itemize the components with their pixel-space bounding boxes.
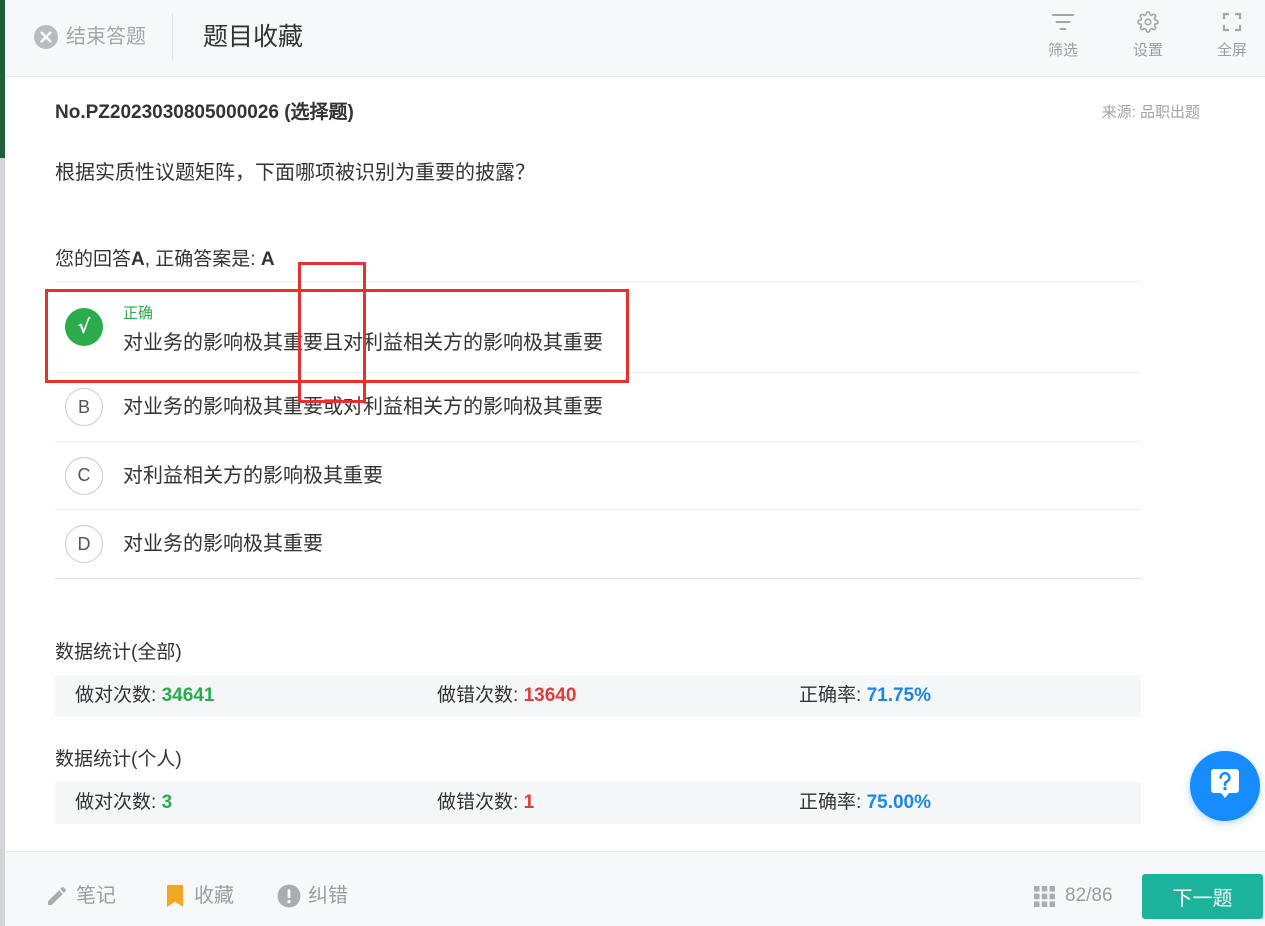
quiz-modal: 结束答题 题目收藏 筛选 设置 全屏 No.PZ2023030805000026… [5, 0, 1265, 926]
notes-label: 笔记 [76, 885, 116, 907]
question-progress[interactable]: 82/86 [1065, 883, 1113, 909]
settings-label: 设置 [1132, 42, 1163, 59]
stat-correct-count: 做对次数: 34641 [55, 675, 417, 717]
stat-correct-count: 做对次数: 3 [55, 782, 417, 824]
exclamation-circle-icon [277, 884, 301, 908]
stat-accuracy: 正确率: 75.00% [779, 782, 1141, 824]
favorite-label: 收藏 [194, 885, 234, 907]
answer-summary: 您的回答A, 正确答案是: A [55, 247, 275, 273]
stat-accuracy: 正确率: 71.75% [779, 675, 1141, 717]
option-a: √ 正确 对业务的影响极其重要且对利益相关方的影响极其重要 [55, 282, 1141, 373]
header-divider [172, 13, 173, 60]
stat-wrong-count: 做错次数: 1 [417, 782, 779, 824]
correct-answer: A [260, 249, 275, 270]
stat-wrong-count: 做错次数: 13640 [417, 675, 779, 717]
fullscreen-button[interactable]: 全屏 [1202, 8, 1262, 66]
answer-prefix: 您的回答 [55, 249, 132, 270]
question-stem: 根据实质性议题矩阵，下面哪项被识别为重要的披露？ [55, 162, 535, 184]
favorite-button[interactable]: 收藏 [163, 882, 234, 910]
option-b: B 对业务的影响极其重要或对利益相关方的影响极其重要 [55, 373, 1141, 442]
correct-check-icon: √ [65, 308, 103, 346]
option-text: 对业务的影响极其重要 [123, 533, 323, 555]
option-d: D 对业务的影响极其重要 [55, 510, 1141, 579]
stat-value: 13640 [523, 685, 577, 706]
page-title: 题目收藏 [203, 23, 304, 51]
option-letter: B [65, 388, 103, 426]
stats-band-personal: 做对次数: 3 做错次数: 1 正确率: 75.00% [55, 782, 1141, 824]
next-question-button[interactable]: 下一题 [1142, 874, 1263, 919]
stat-value: 3 [161, 792, 173, 813]
help-button[interactable] [1190, 751, 1260, 821]
bookmark-icon [163, 884, 187, 908]
stat-label: 做对次数: [75, 792, 162, 813]
filter-label: 筛选 [1047, 42, 1078, 59]
option-text: 对业务的影响极其重要且对利益相关方的影响极其重要 [123, 332, 603, 354]
option-letter: D [65, 525, 103, 563]
gear-icon [1136, 10, 1160, 34]
footer: 笔记 收藏 纠错 82/86 下一题 [5, 851, 1265, 926]
option-status-label: 正确 [123, 305, 154, 322]
question-source: 来源: 品职出题 [1101, 104, 1200, 121]
option-letter: C [65, 456, 103, 495]
fullscreen-label: 全屏 [1216, 42, 1247, 59]
stat-value: 1 [523, 792, 535, 813]
option-c: C 对利益相关方的影响极其重要 [55, 442, 1141, 510]
close-circle-icon [33, 24, 59, 50]
stats-title-personal: 数据统计(个人) [55, 749, 182, 770]
option-text: 对业务的影响极其重要或对利益相关方的影响极其重要 [123, 396, 603, 418]
stat-label: 做错次数: [437, 685, 524, 706]
option-text: 对利益相关方的影响极其重要 [123, 464, 383, 487]
exit-quiz-label: 结束答题 [66, 26, 146, 48]
report-error-button[interactable]: 纠错 [277, 882, 348, 910]
stats-band-all: 做对次数: 34641 做错次数: 13640 正确率: 71.75% [55, 675, 1141, 717]
settings-button[interactable]: 设置 [1118, 8, 1178, 66]
report-error-label: 纠错 [308, 885, 348, 907]
fullscreen-icon [1220, 10, 1244, 34]
stat-value: 71.75% [866, 685, 932, 706]
stat-label: 做对次数: [75, 685, 162, 706]
exit-quiz-button[interactable]: 结束答题 [33, 23, 146, 51]
page: 结束答题 题目收藏 筛选 设置 全屏 No.PZ2023030805000026… [0, 0, 1265, 926]
help-icon [1210, 767, 1240, 805]
user-answer: A [131, 249, 145, 270]
header: 结束答题 题目收藏 筛选 设置 全屏 [5, 0, 1265, 77]
filter-button[interactable]: 筛选 [1033, 8, 1093, 66]
stat-label: 做错次数: [437, 792, 524, 813]
stat-label: 正确率: [799, 792, 867, 813]
answer-middle: , 正确答案是: [144, 249, 261, 270]
grid-icon[interactable] [1034, 886, 1055, 907]
stat-label: 正确率: [799, 685, 867, 706]
filter-icon [1051, 10, 1075, 34]
stats-title-all: 数据统计(全部) [55, 642, 182, 663]
stat-value: 34641 [161, 685, 215, 706]
notes-button[interactable]: 笔记 [45, 882, 116, 910]
question-number: No.PZ2023030805000026 (选择题) [55, 102, 354, 123]
pencil-icon [45, 884, 69, 908]
option-list: √ 正确 对业务的影响极其重要且对利益相关方的影响极其重要 B 对业务的影响极其… [55, 281, 1141, 579]
stat-value: 75.00% [866, 792, 932, 813]
